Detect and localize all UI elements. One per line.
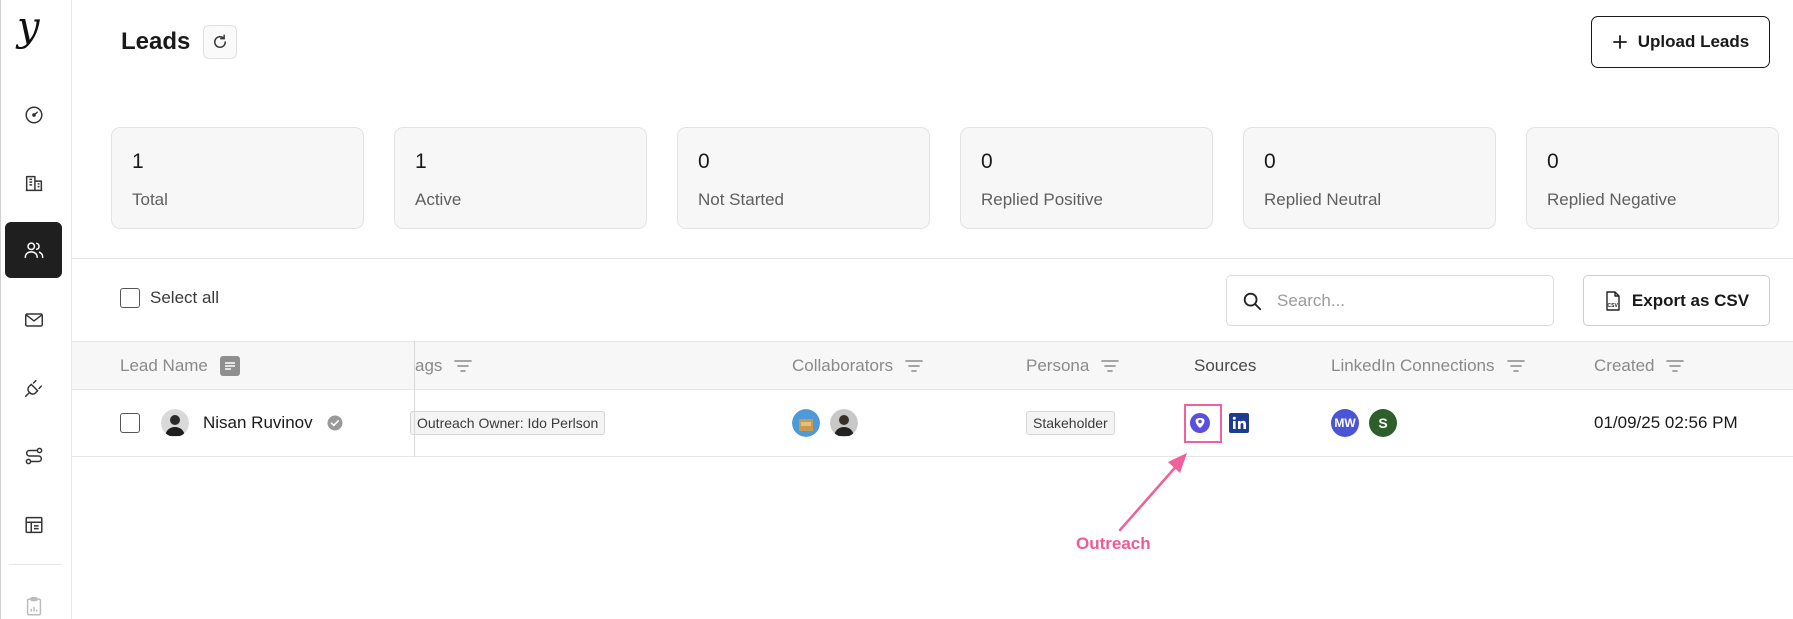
connection-avatar[interactable]: S — [1369, 409, 1397, 437]
export-csv-button[interactable]: CSV Export as CSV — [1583, 275, 1770, 326]
created-cell: 01/09/25 02:56 PM — [1594, 413, 1738, 432]
stat-label: Total — [132, 190, 168, 209]
lead-avatar — [161, 409, 189, 437]
upload-leads-button[interactable]: Upload Leads — [1591, 16, 1770, 68]
filter-icon[interactable] — [1506, 359, 1525, 373]
column-header-created[interactable]: Created — [1594, 342, 1685, 389]
linkedin-source-icon[interactable] — [1229, 413, 1249, 433]
column-label: Persona — [1026, 355, 1090, 375]
refresh-button[interactable] — [203, 25, 237, 59]
persona-cell: Stakeholder — [1026, 390, 1115, 456]
stat-card-replied-positive: 0 Replied Positive — [960, 127, 1213, 229]
collaborator-avatar[interactable] — [830, 409, 858, 437]
column-label: Collaborators — [792, 355, 894, 375]
column-header-lead-name[interactable]: Lead Name — [120, 342, 240, 389]
outreach-highlight-box — [1184, 404, 1222, 443]
column-header-sources[interactable]: Sources — [1194, 342, 1256, 389]
stat-value: 0 — [981, 150, 993, 173]
stat-value: 1 — [415, 150, 427, 173]
tag-chip[interactable]: Outreach Owner: Ido Perlson — [410, 411, 606, 435]
dashboard-icon — [24, 106, 43, 124]
layout-icon — [24, 516, 43, 534]
annotation-label: Outreach — [1076, 534, 1151, 553]
csv-file-icon: CSV — [1606, 290, 1620, 311]
search-input[interactable] — [1277, 290, 1527, 311]
tags-cell: Outreach Owner: Ido Perlson — [410, 390, 606, 456]
column-label: Created — [1594, 355, 1655, 375]
filter-icon[interactable] — [454, 359, 473, 373]
export-csv-label: Export as CSV — [1631, 290, 1750, 310]
select-all[interactable]: Select all — [120, 288, 219, 308]
column-label: ags — [415, 355, 443, 375]
pinned-column-divider — [414, 341, 415, 457]
column-header-collaborators[interactable]: Collaborators — [792, 342, 923, 389]
sidebar-item-templates[interactable] — [5, 497, 62, 553]
stat-card-replied-negative: 0 Replied Negative — [1526, 127, 1779, 229]
stat-value: 0 — [698, 150, 710, 173]
search-icon — [1243, 292, 1262, 310]
stat-card-not-started: 0 Not Started — [677, 127, 930, 229]
table-row[interactable]: Nisan Ruvinov Outreach Owner: Ido Perlso… — [72, 390, 1793, 457]
column-header-persona[interactable]: Persona — [1026, 342, 1120, 389]
sidebar-item-leads[interactable] — [5, 222, 62, 278]
sidebar: y — [0, 0, 72, 619]
refresh-icon — [214, 34, 226, 48]
users-icon — [24, 242, 43, 259]
svg-text:CSV: CSV — [1607, 303, 1618, 309]
stat-label: Replied Negative — [1547, 190, 1677, 209]
linkedin-connections-cell: MW S — [1331, 390, 1397, 456]
stat-label: Replied Neutral — [1264, 190, 1382, 209]
sidebar-item-integrations[interactable] — [5, 360, 62, 416]
stat-value: 1 — [132, 150, 144, 173]
route-icon — [25, 447, 42, 465]
persona-chip: Stakeholder — [1026, 411, 1115, 435]
select-all-checkbox[interactable] — [120, 288, 140, 308]
page-title: Leads — [121, 28, 191, 55]
sidebar-divider — [9, 564, 62, 565]
section-divider — [72, 258, 1793, 259]
sidebar-item-dashboard[interactable] — [5, 87, 62, 143]
column-header-linkedin-connections[interactable]: LinkedIn Connections — [1331, 342, 1525, 389]
annotation-arrow — [1118, 453, 1187, 532]
filter-icon[interactable] — [905, 359, 923, 373]
filter-icon[interactable] — [1666, 359, 1685, 373]
search-box[interactable] — [1226, 275, 1554, 326]
stat-card-active: 1 Active — [394, 127, 647, 229]
stat-label: Replied Positive — [981, 190, 1103, 209]
select-all-label: Select all — [150, 288, 219, 307]
app: y Leads Upload Leads 1 Total 1 Active 0 … — [0, 0, 1793, 619]
building-icon — [25, 175, 42, 192]
plus-icon — [1612, 35, 1627, 49]
collaborators-cell — [792, 390, 858, 456]
clipboard-icon — [26, 597, 41, 616]
stat-value: 0 — [1547, 150, 1559, 173]
mail-icon — [24, 313, 43, 327]
row-checkbox[interactable] — [120, 413, 140, 433]
stat-value: 0 — [1264, 150, 1276, 173]
sidebar-item-tasks[interactable] — [5, 578, 62, 619]
table-header: Lead Name ags Collaborators Persona Sour… — [72, 341, 1793, 390]
sidebar-item-sequences[interactable] — [5, 428, 62, 484]
column-label: Lead Name — [120, 355, 208, 375]
lead-name-cell[interactable]: Nisan Ruvinov — [161, 390, 343, 456]
sidebar-item-inbox[interactable] — [5, 292, 62, 348]
verified-icon — [327, 415, 343, 431]
connection-avatar[interactable]: MW — [1331, 409, 1359, 437]
plug-icon — [24, 379, 42, 397]
stat-label: Active — [415, 190, 462, 209]
stat-card-total: 1 Total — [111, 127, 364, 229]
collaborator-avatar[interactable] — [792, 409, 820, 437]
upload-leads-label: Upload Leads — [1637, 32, 1750, 51]
sidebar-item-companies[interactable] — [5, 155, 62, 211]
app-logo[interactable]: y — [17, 6, 51, 48]
stat-card-replied-neutral: 0 Replied Neutral — [1243, 127, 1496, 229]
filter-icon[interactable] — [1101, 359, 1120, 373]
stat-label: Not Started — [698, 190, 784, 209]
column-header-tags[interactable]: ags — [415, 342, 473, 389]
column-menu-icon[interactable] — [219, 355, 240, 376]
row-checkbox-cell — [120, 390, 140, 456]
column-label: Sources — [1194, 355, 1257, 375]
column-label: LinkedIn Connections — [1331, 355, 1495, 375]
lead-name[interactable]: Nisan Ruvinov — [203, 413, 313, 433]
